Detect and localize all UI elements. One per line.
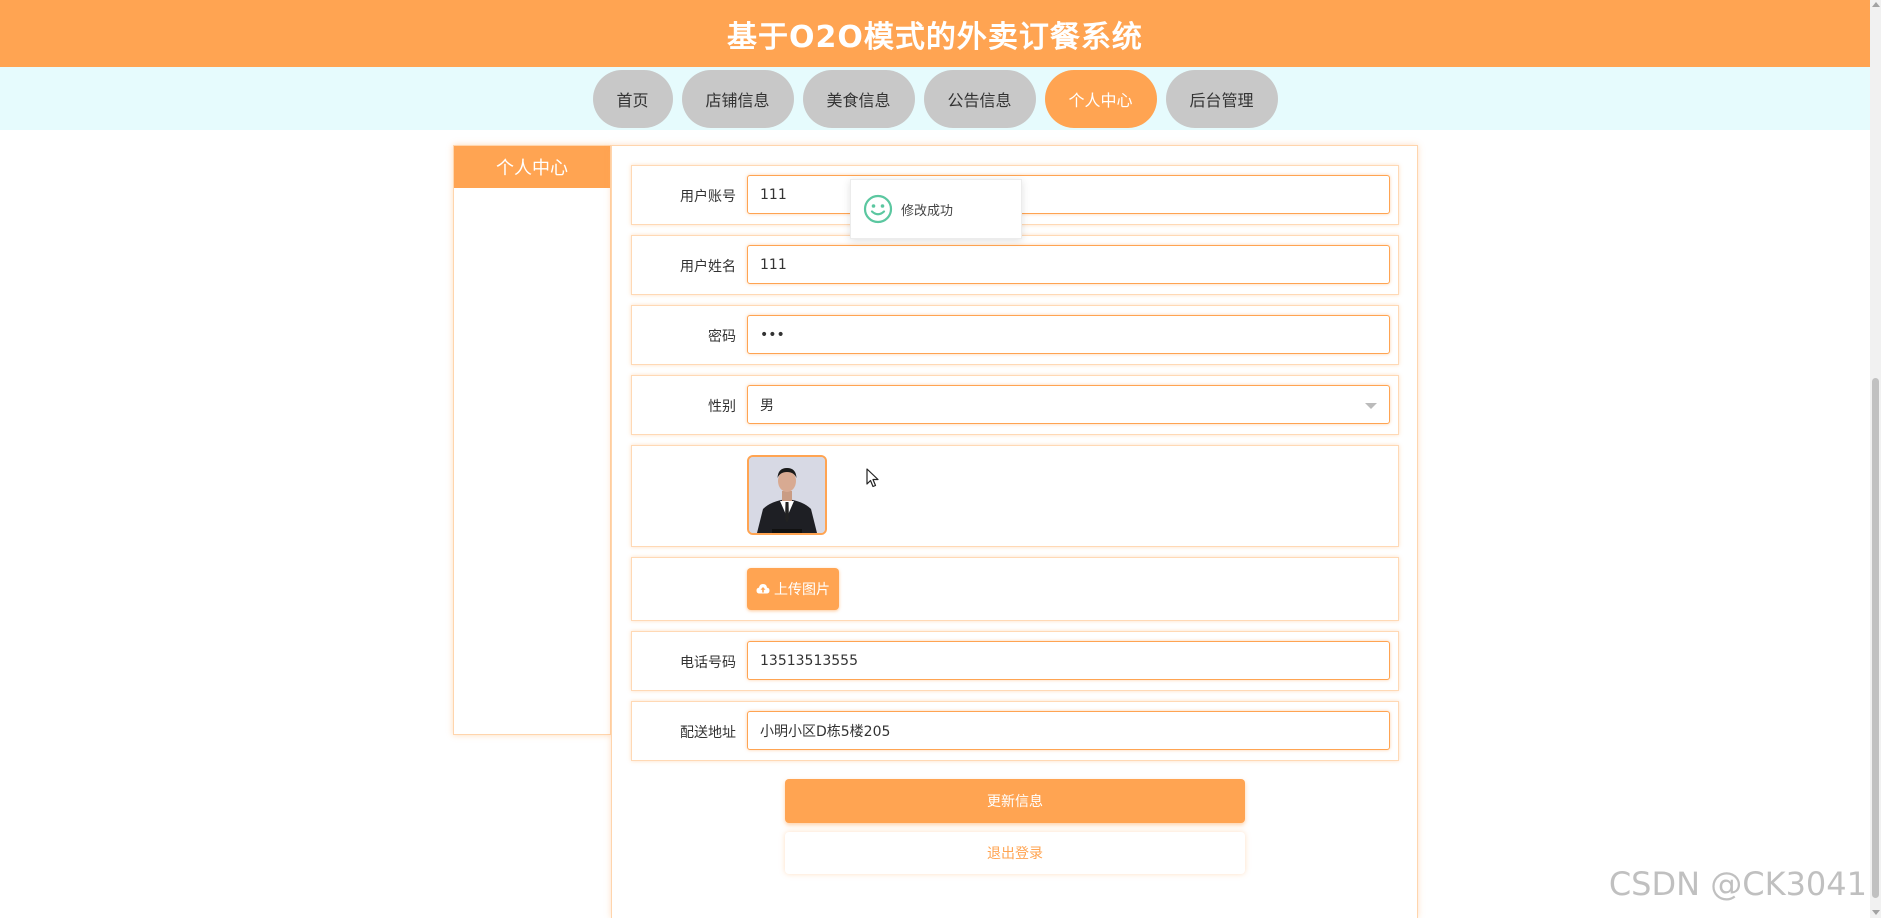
phone-label: 电话号码 — [680, 655, 736, 671]
name-input[interactable]: 111 — [747, 245, 1390, 284]
avatar-photo — [749, 457, 825, 533]
nav-item-shops[interactable]: 店铺信息 — [681, 69, 794, 128]
upload-image-button[interactable]: 上传图片 — [747, 568, 839, 610]
nav-item-notices[interactable]: 公告信息 — [923, 69, 1036, 128]
nav-item-personal-center[interactable]: 个人中心 — [1044, 69, 1157, 128]
profile-form: 用户账号 111 用户姓名 111 密码 ••• 性别 男 上传图片 电话号码 … — [611, 145, 1418, 918]
avatar — [747, 455, 827, 535]
update-info-button[interactable]: 更新信息 — [785, 779, 1245, 823]
phone-input[interactable]: 13513513555 — [747, 641, 1390, 680]
form-row-name: 用户姓名 111 — [631, 235, 1399, 295]
scrollbar-thumb[interactable] — [1872, 378, 1879, 898]
mouse-cursor-icon — [866, 468, 880, 492]
nav-item-home[interactable]: 首页 — [592, 69, 673, 128]
chevron-down-icon — [1365, 403, 1377, 409]
sidebar: 个人中心 — [453, 145, 611, 735]
account-label: 用户账号 — [680, 189, 736, 205]
sidebar-item-personal-center[interactable]: 个人中心 — [454, 146, 610, 188]
upload-image-label: 上传图片 — [774, 582, 830, 598]
site-title: 基于O2O模式的外卖订餐系统 — [727, 19, 1143, 55]
toast-message: 修改成功 — [901, 203, 954, 219]
nav-item-admin[interactable]: 后台管理 — [1165, 69, 1278, 128]
gender-select[interactable]: 男 — [747, 385, 1390, 424]
password-label: 密码 — [708, 329, 736, 345]
form-row-upload: 上传图片 — [631, 557, 1399, 621]
nav-bar: 首页 店铺信息 美食信息 公告信息 个人中心 后台管理 — [0, 67, 1870, 130]
cloud-upload-icon — [756, 584, 770, 594]
form-row-avatar — [631, 445, 1399, 547]
smile-icon — [863, 194, 893, 224]
page-scrollbar[interactable] — [1870, 0, 1881, 918]
success-toast: 修改成功 — [850, 179, 1022, 239]
gender-label: 性别 — [708, 399, 736, 415]
form-row-gender: 性别 男 — [631, 375, 1399, 435]
gender-value: 男 — [760, 397, 774, 414]
nav-item-food[interactable]: 美食信息 — [802, 69, 915, 128]
watermark: CSDN @CK3041 — [1608, 865, 1867, 903]
logout-button[interactable]: 退出登录 — [785, 832, 1245, 874]
scroll-down-arrow-icon[interactable] — [1872, 910, 1880, 915]
site-header: 基于O2O模式的外卖订餐系统 — [0, 0, 1870, 67]
form-row-password: 密码 ••• — [631, 305, 1399, 365]
form-row-phone: 电话号码 13513513555 — [631, 631, 1399, 691]
address-input[interactable]: 小明小区D栋5楼205 — [747, 711, 1390, 750]
address-label: 配送地址 — [680, 725, 736, 741]
form-row-address: 配送地址 小明小区D栋5楼205 — [631, 701, 1399, 761]
name-label: 用户姓名 — [680, 259, 736, 275]
account-input[interactable]: 111 — [747, 175, 1390, 214]
scroll-up-arrow-icon[interactable] — [1872, 2, 1880, 7]
password-input[interactable]: ••• — [747, 315, 1390, 354]
